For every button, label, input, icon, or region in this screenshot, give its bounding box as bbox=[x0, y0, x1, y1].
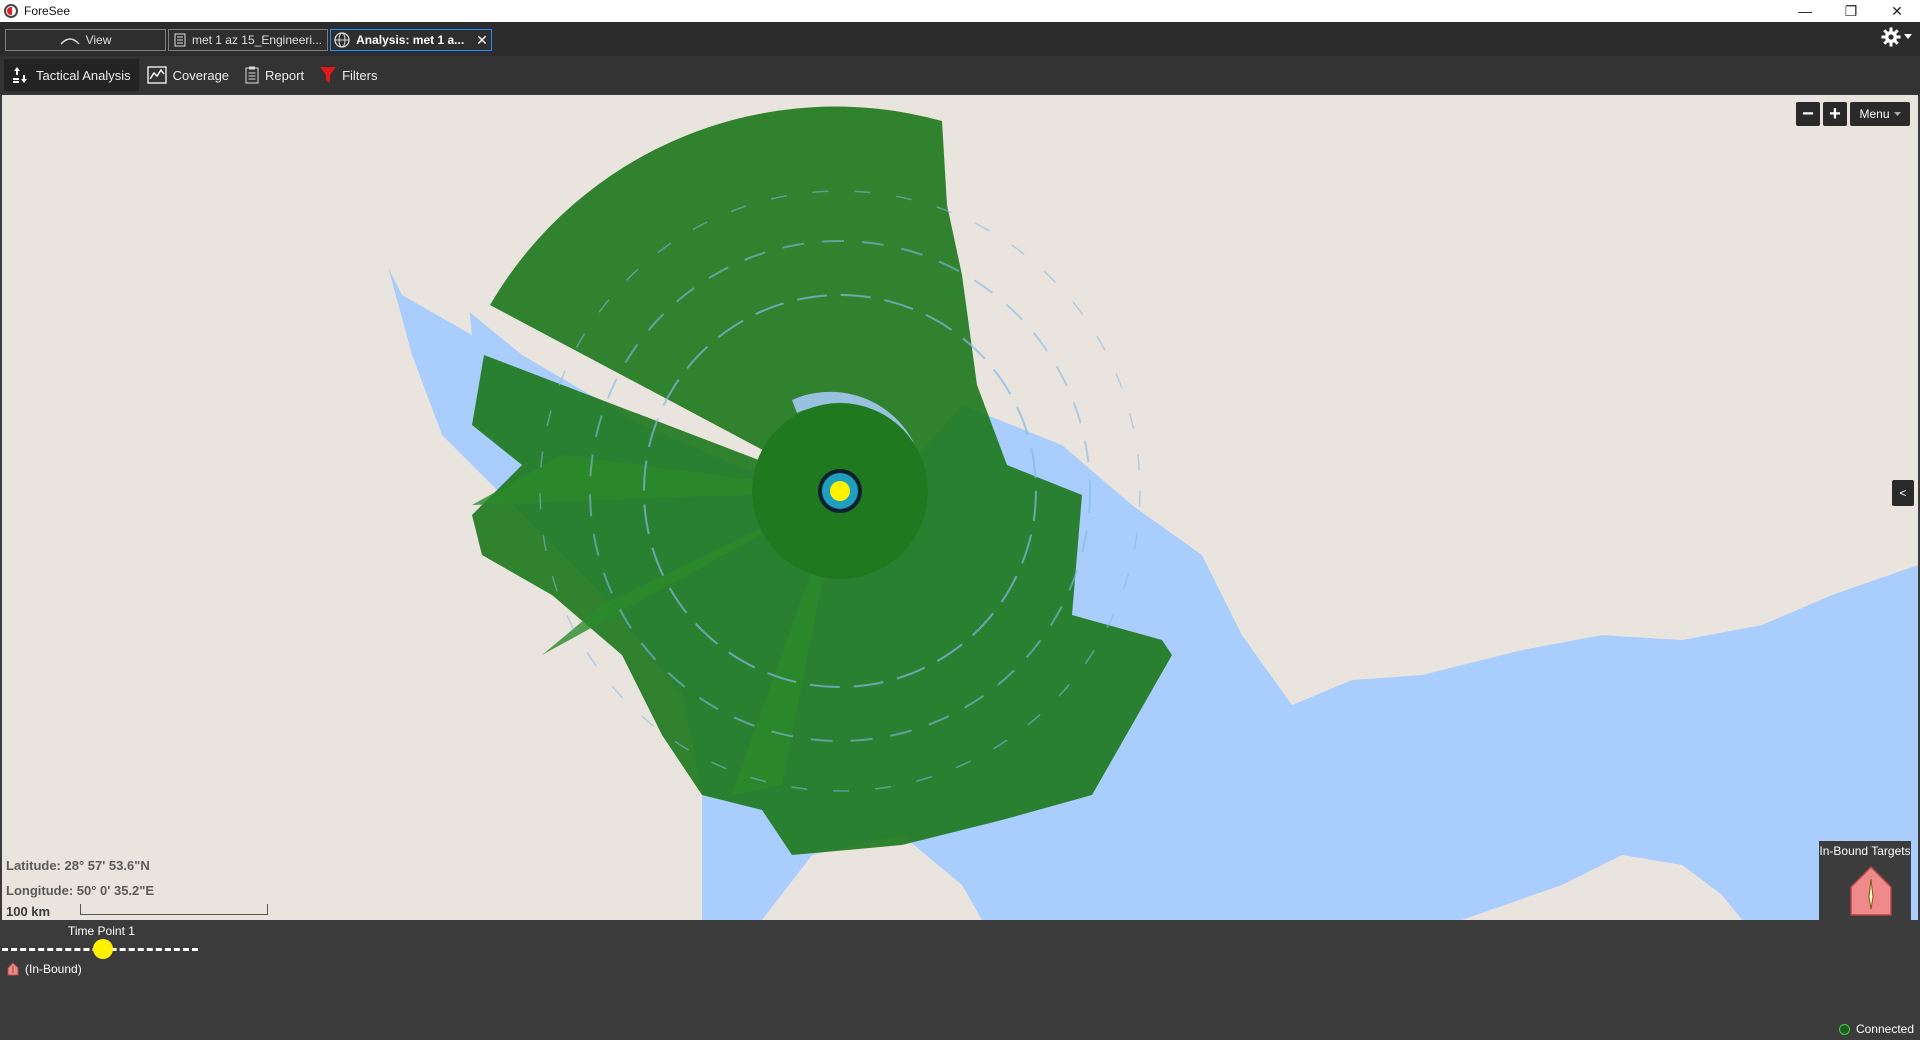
inbound-target-icon bbox=[1850, 865, 1892, 916]
globe-icon bbox=[334, 32, 350, 48]
title-bar: ForeSee — ❐ ✕ bbox=[0, 0, 1920, 22]
app-logo-icon bbox=[4, 4, 18, 18]
longitude-readout: Longitude: 50° 0' 35.2"E bbox=[6, 883, 155, 898]
tab-analysis[interactable]: Analysis: met 1 a... ✕ bbox=[330, 29, 492, 51]
close-button[interactable]: ✕ bbox=[1874, 0, 1920, 22]
scale-label: 100 km bbox=[6, 904, 51, 919]
inbound-targets-label: In-Bound Targets bbox=[1819, 844, 1911, 858]
report-label: Report bbox=[265, 67, 305, 83]
document-icon bbox=[174, 33, 186, 47]
chevron-down-icon bbox=[1893, 111, 1901, 116]
line-chart-icon bbox=[147, 66, 167, 84]
zoom-controls: − + Menu bbox=[1796, 102, 1910, 126]
radar-site-marker[interactable] bbox=[818, 469, 862, 513]
connected-status-icon bbox=[1838, 1023, 1850, 1035]
zoom-out-button[interactable]: − bbox=[1796, 102, 1820, 126]
chevron-down-icon bbox=[1904, 34, 1912, 39]
map-menu-label: Menu bbox=[1859, 107, 1890, 121]
window-title: ForeSee bbox=[24, 4, 71, 18]
funnel-filter-icon bbox=[320, 67, 337, 83]
tab-engineering[interactable]: met 1 az 15_Engineeri... bbox=[168, 29, 328, 51]
inbound-legend: (In-Bound) bbox=[7, 962, 82, 976]
latitude-readout: Latitude: 28° 57' 53.6"N bbox=[6, 858, 150, 873]
tactical-arrows-icon bbox=[13, 67, 27, 83]
coverage-label: Coverage bbox=[172, 67, 230, 83]
view-arc-icon bbox=[60, 38, 80, 45]
tab-label: met 1 az 15_Engineeri... bbox=[191, 33, 323, 47]
filters-label: Filters bbox=[342, 67, 378, 83]
tab-view[interactable]: View bbox=[5, 29, 166, 51]
timeline-panel: Time Point 1 (In-Bound) Connected bbox=[0, 920, 1920, 1040]
close-tab-icon[interactable]: ✕ bbox=[476, 32, 488, 49]
minimize-button[interactable]: — bbox=[1782, 0, 1828, 22]
tactical-analysis-label: Tactical Analysis bbox=[36, 67, 131, 83]
map-view[interactable]: − + Menu < Latitude: 28° 57' 53.6"N Long… bbox=[2, 95, 1918, 920]
settings-menu[interactable] bbox=[1881, 27, 1912, 47]
filters-button[interactable]: Filters bbox=[312, 59, 385, 91]
inbound-target-icon bbox=[7, 962, 19, 976]
restore-button[interactable]: ❐ bbox=[1828, 0, 1874, 22]
document-tab-bar: View met 1 az 15_Engineeri... Analysis: … bbox=[0, 22, 1920, 56]
report-button[interactable]: Report bbox=[237, 59, 312, 91]
report-document-icon bbox=[245, 66, 259, 84]
connection-status: Connected bbox=[1838, 1022, 1914, 1036]
inbound-targets-panel[interactable]: In-Bound Targets bbox=[1819, 841, 1911, 920]
tab-label: Analysis: met 1 a... bbox=[356, 33, 465, 47]
map-menu-button[interactable]: Menu bbox=[1850, 102, 1910, 126]
cursor-coordinates: Latitude: 28° 57' 53.6"N Longitude: 50° … bbox=[6, 853, 154, 903]
tab-label: View bbox=[85, 33, 112, 47]
scale-bar bbox=[80, 904, 268, 915]
time-point-label: Time Point 1 bbox=[68, 924, 135, 938]
toolbar: Tactical Analysis Coverage Report Filter… bbox=[0, 56, 1920, 94]
gear-icon bbox=[1881, 27, 1901, 47]
time-point-handle[interactable] bbox=[93, 939, 113, 959]
side-panel-toggle[interactable]: < bbox=[1892, 480, 1914, 506]
inbound-legend-label: (In-Bound) bbox=[25, 962, 82, 976]
coverage-button[interactable]: Coverage bbox=[139, 59, 237, 91]
connection-status-label: Connected bbox=[1855, 1022, 1914, 1036]
tactical-analysis-button[interactable]: Tactical Analysis bbox=[4, 59, 139, 91]
map-canvas[interactable] bbox=[2, 95, 1918, 920]
zoom-in-button[interactable]: + bbox=[1823, 102, 1847, 126]
